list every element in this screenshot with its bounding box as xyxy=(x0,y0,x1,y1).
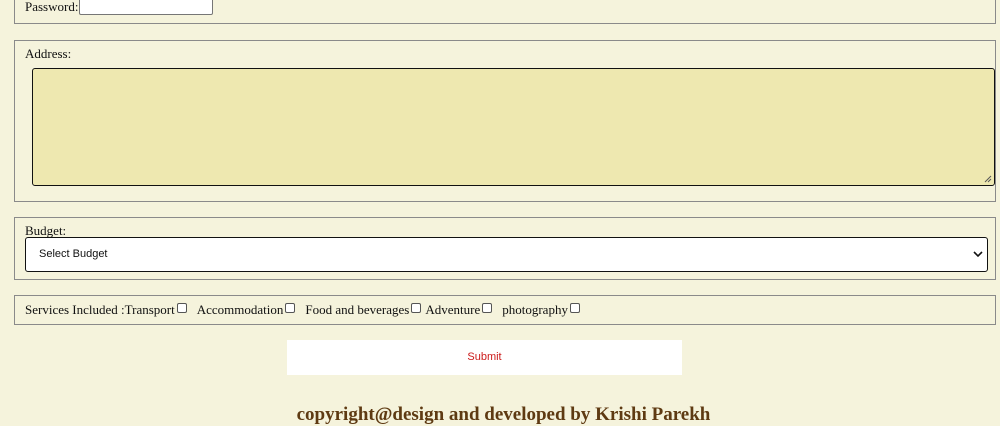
password-fieldset: Password: xyxy=(14,0,996,24)
service-label-accommodation: Accommodation xyxy=(196,302,284,317)
resize-grip-icon[interactable] xyxy=(984,175,992,183)
service-checkbox-adventure[interactable] xyxy=(482,303,493,313)
footer-copyright: copyright@design and developed by Krishi… xyxy=(296,404,711,425)
budget-select[interactable]: Select Budget xyxy=(25,237,988,272)
password-input[interactable] xyxy=(79,0,213,15)
address-label: Address: xyxy=(25,46,72,61)
service-checkbox-food[interactable] xyxy=(411,303,422,313)
services-label: Services Included : xyxy=(25,302,125,317)
service-checkbox-transport[interactable] xyxy=(176,303,187,313)
address-fieldset: Address: xyxy=(14,40,996,202)
budget-fieldset: Budget: Select Budget xyxy=(14,217,996,280)
service-checkbox-photography[interactable] xyxy=(569,303,580,313)
service-checkbox-accommodation[interactable] xyxy=(285,303,296,313)
budget-selected-value: Select Budget xyxy=(39,248,108,260)
services-row: Services Included : Transport Accommodat… xyxy=(25,302,584,318)
service-label-transport: Transport xyxy=(124,302,175,317)
submit-button[interactable]: Submit xyxy=(287,340,682,375)
service-label-food: Food and beverages xyxy=(305,302,410,317)
chevron-down-icon xyxy=(973,251,983,258)
address-textarea[interactable] xyxy=(32,68,995,186)
service-label-photography: photography xyxy=(502,302,568,317)
service-label-adventure: Adventure xyxy=(425,302,481,317)
services-fieldset: Services Included : Transport Accommodat… xyxy=(14,295,996,325)
password-label: Password: xyxy=(25,0,79,14)
